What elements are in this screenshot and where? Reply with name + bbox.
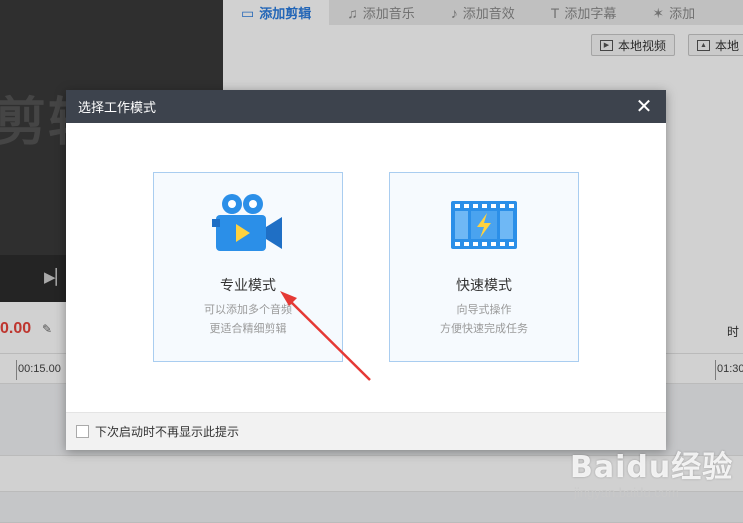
watermark-brand: Baidu经验 [570, 450, 734, 485]
baidu-watermark: Baidu经验 jingyan.baidu.com [570, 440, 740, 510]
fast-mode-card[interactable]: 快速模式 向导式操作 方便快速完成任务 [389, 172, 579, 362]
mode-description: 更适合精细剪辑 [209, 323, 287, 335]
dialog-body: 专业模式 可以添加多个音频 更适合精细剪辑 快速模式 向导式操作 方便快速完成任… [66, 123, 666, 412]
movie-camera-icon [212, 194, 282, 251]
watermark-url: jingyan.baidu.com [574, 485, 679, 500]
professional-mode-card[interactable]: 专业模式 可以添加多个音频 更适合精细剪辑 [153, 172, 343, 362]
mode-title: 快速模式 [456, 277, 512, 293]
mode-description: 向导式操作 [456, 304, 512, 316]
dont-show-again-checkbox[interactable] [76, 425, 89, 438]
dialog-title: 选择工作模式 [78, 100, 157, 115]
work-mode-dialog: 选择工作模式 ✕ 专业模式 可以添加多个音频 更适合精细剪辑 快速模式 向导式操… [66, 90, 666, 450]
mode-description: 可以添加多个音频 [204, 304, 292, 316]
mode-title: 专业模式 [220, 277, 276, 293]
mode-description: 方便快速完成任务 [440, 323, 528, 335]
dialog-header: 选择工作模式 ✕ [66, 90, 666, 123]
dont-show-again-label[interactable]: 下次启动时不再显示此提示 [95, 423, 239, 440]
film-strip-lightning-icon [451, 201, 517, 249]
close-icon[interactable]: ✕ [634, 97, 654, 117]
